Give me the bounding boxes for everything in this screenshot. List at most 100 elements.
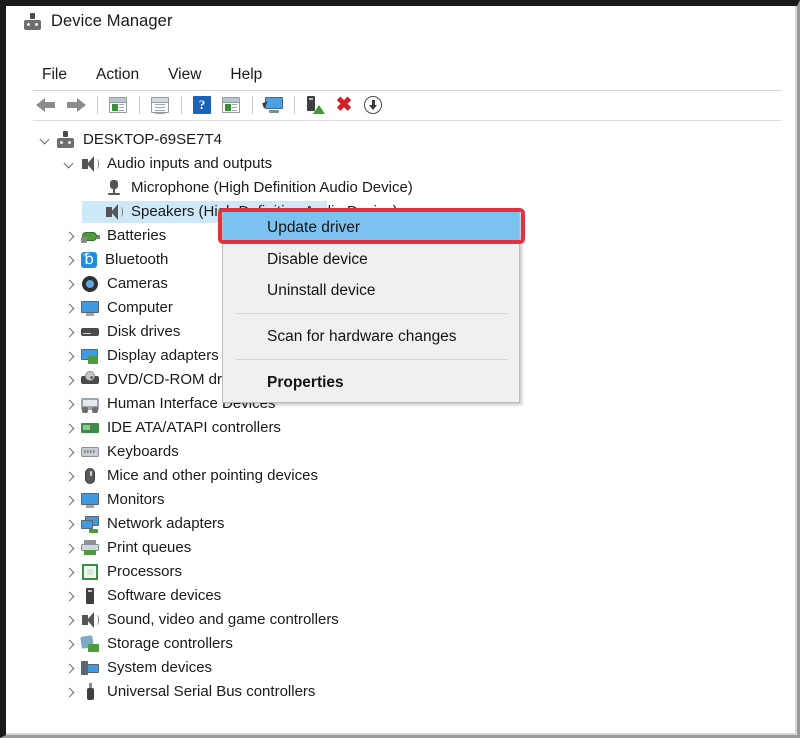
disk-drive-icon bbox=[81, 323, 99, 341]
processor-icon bbox=[81, 563, 99, 581]
menubar-divider bbox=[33, 90, 781, 91]
context-menu-bottom-padding bbox=[223, 398, 519, 402]
context-menu-label: Uninstall device bbox=[267, 281, 376, 299]
toolbar-divider bbox=[252, 96, 253, 114]
context-menu: Update driver Disable device Uninstall d… bbox=[222, 210, 520, 403]
tree-item-label: Bluetooth bbox=[105, 251, 169, 268]
chevron-right-icon[interactable] bbox=[63, 614, 76, 627]
toolbar-disable-device[interactable] bbox=[360, 93, 386, 117]
monitor-icon bbox=[81, 491, 99, 509]
window-title: Device Manager bbox=[51, 12, 173, 30]
tree-item-label: System devices bbox=[107, 659, 213, 676]
speaker-icon bbox=[81, 611, 99, 629]
chevron-right-icon[interactable] bbox=[63, 254, 76, 267]
context-menu-item-properties[interactable]: Properties bbox=[223, 367, 519, 398]
tree-item-label: Processors bbox=[107, 563, 183, 580]
toolbar-forward[interactable] bbox=[63, 93, 89, 117]
toolbar-help[interactable]: ? bbox=[189, 93, 215, 117]
tree-item-label: Storage controllers bbox=[107, 635, 233, 652]
tree-item-label: Audio inputs and outputs bbox=[107, 155, 273, 172]
tree-item-label: Print queues bbox=[107, 539, 192, 556]
context-menu-label: Scan for hardware changes bbox=[267, 327, 457, 345]
toolbar: ? ✖ bbox=[34, 92, 389, 118]
chevron-down-icon[interactable] bbox=[39, 134, 52, 147]
toolbar-action-pane[interactable] bbox=[218, 93, 244, 117]
menu-file[interactable]: File bbox=[42, 66, 67, 84]
tree-item-label: Display adapters bbox=[107, 347, 219, 364]
tree-item-processors[interactable]: Processors bbox=[6, 560, 797, 584]
speaker-icon bbox=[81, 155, 99, 173]
tree-item-audio-inputs-and-outputs[interactable]: Audio inputs and outputs bbox=[6, 152, 797, 176]
chevron-right-icon[interactable] bbox=[63, 470, 76, 483]
chevron-right-icon[interactable] bbox=[63, 638, 76, 651]
tree-item-label: Network adapters bbox=[107, 515, 225, 532]
forward-arrow-icon bbox=[65, 98, 86, 112]
tree-item-print-queues[interactable]: Print queues bbox=[6, 536, 797, 560]
context-menu-item-update-driver[interactable]: Update driver bbox=[223, 211, 519, 244]
menu-action[interactable]: Action bbox=[96, 66, 139, 84]
speaker-icon bbox=[105, 203, 123, 221]
chevron-right-icon[interactable] bbox=[63, 446, 76, 459]
tree-item-keyboards[interactable]: Keyboards bbox=[6, 440, 797, 464]
chevron-right-icon[interactable] bbox=[63, 542, 76, 555]
ide-controller-icon bbox=[81, 419, 99, 437]
monitor-icon bbox=[81, 299, 99, 317]
tree-item-ide-ata-atapi-controllers[interactable]: IDE ATA/ATAPI controllers bbox=[6, 416, 797, 440]
device-manager-window: Device Manager File Action View Help ? ✖… bbox=[6, 6, 797, 735]
menu-view[interactable]: View bbox=[168, 66, 201, 84]
context-menu-item-disable-device[interactable]: Disable device bbox=[223, 244, 519, 275]
tree-item-mice-and-other-pointing-devices[interactable]: Mice and other pointing devices bbox=[6, 464, 797, 488]
chevron-right-icon[interactable] bbox=[63, 302, 76, 315]
toolbar-uninstall-device[interactable]: ✖ bbox=[331, 93, 357, 117]
chevron-right-icon[interactable] bbox=[63, 494, 76, 507]
toolbar-back[interactable] bbox=[34, 93, 60, 117]
toolbar-scan-hardware[interactable] bbox=[260, 93, 286, 117]
context-menu-item-uninstall-device[interactable]: Uninstall device bbox=[223, 275, 519, 306]
show-hide-action-pane-icon bbox=[222, 97, 240, 113]
chevron-down-icon[interactable] bbox=[63, 158, 76, 171]
tree-item-label: Mice and other pointing devices bbox=[107, 467, 318, 484]
menu-bar: File Action View Help bbox=[6, 61, 797, 88]
tree-item-label: Software devices bbox=[107, 587, 222, 604]
toolbar-divider bbox=[139, 96, 140, 114]
show-hide-console-tree-icon bbox=[109, 97, 127, 113]
chevron-right-icon[interactable] bbox=[63, 686, 76, 699]
chevron-right-icon[interactable] bbox=[63, 662, 76, 675]
device-manager-icon bbox=[23, 12, 42, 31]
tree-item-label: Universal Serial Bus controllers bbox=[107, 683, 316, 700]
network-adapter-icon bbox=[81, 515, 99, 533]
chevron-right-icon[interactable] bbox=[63, 350, 76, 363]
context-menu-item-scan-for-hardware-changes[interactable]: Scan for hardware changes bbox=[223, 321, 519, 352]
tree-item-sound-video-and-game-controllers[interactable]: Sound, video and game controllers bbox=[6, 608, 797, 632]
computer-icon bbox=[57, 131, 75, 149]
chevron-right-icon[interactable] bbox=[63, 230, 76, 243]
context-menu-divider bbox=[235, 359, 507, 360]
tree-item-universal-serial-bus-controllers[interactable]: Universal Serial Bus controllers bbox=[6, 680, 797, 704]
toolbar-update-driver[interactable] bbox=[302, 93, 328, 117]
chevron-right-icon[interactable] bbox=[63, 518, 76, 531]
toolbar-console-tree[interactable] bbox=[105, 93, 131, 117]
chevron-right-icon[interactable] bbox=[63, 374, 76, 387]
chevron-right-icon[interactable] bbox=[63, 566, 76, 579]
toolbar-properties[interactable] bbox=[147, 93, 173, 117]
properties-icon bbox=[151, 97, 169, 114]
hid-icon bbox=[81, 395, 99, 413]
storage-controller-icon bbox=[80, 635, 99, 653]
tree-item-system-devices[interactable]: System devices bbox=[6, 656, 797, 680]
tree-item-monitors[interactable]: Monitors bbox=[6, 488, 797, 512]
tree-item-label: Keyboards bbox=[107, 443, 179, 460]
menu-help[interactable]: Help bbox=[230, 66, 262, 84]
chevron-right-icon[interactable] bbox=[63, 398, 76, 411]
chevron-right-icon[interactable] bbox=[63, 278, 76, 291]
tree-item-microphone[interactable]: Microphone (High Definition Audio Device… bbox=[6, 176, 797, 200]
tree-item-root[interactable]: DESKTOP-69SE7T4 bbox=[6, 128, 797, 152]
chevron-right-icon[interactable] bbox=[63, 590, 76, 603]
chevron-right-icon[interactable] bbox=[63, 422, 76, 435]
tree-item-network-adapters[interactable]: Network adapters bbox=[6, 512, 797, 536]
display-adapter-icon bbox=[81, 347, 99, 365]
tree-item-storage-controllers[interactable]: Storage controllers bbox=[6, 632, 797, 656]
tree-item-software-devices[interactable]: Software devices bbox=[6, 584, 797, 608]
mouse-icon bbox=[81, 467, 99, 485]
chevron-right-icon[interactable] bbox=[63, 326, 76, 339]
context-menu-label: Update driver bbox=[267, 218, 361, 236]
